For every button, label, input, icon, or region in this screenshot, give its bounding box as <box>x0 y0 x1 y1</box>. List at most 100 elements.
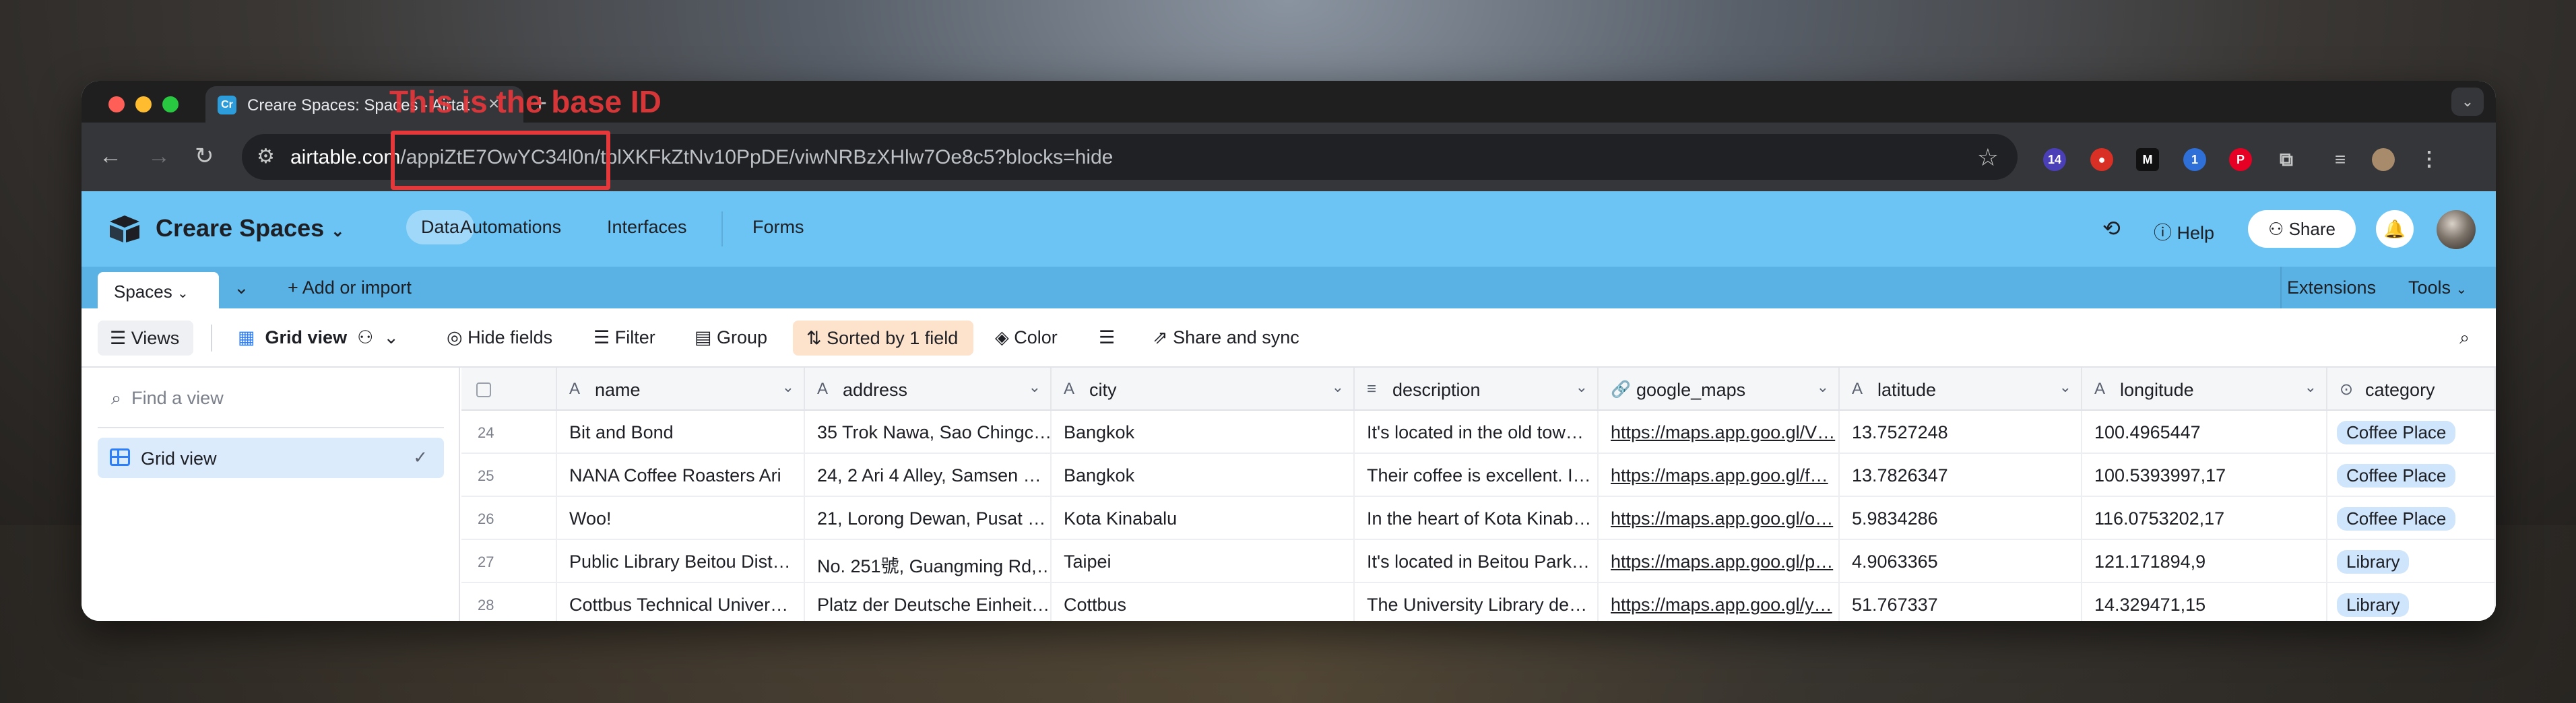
view-switcher[interactable]: ▦ Grid view ⚇ ⌄ <box>238 327 399 348</box>
help-button[interactable]: ⓘ Help <box>2154 218 2214 244</box>
share-button[interactable]: ⚇ Share <box>2248 210 2356 248</box>
row-number[interactable]: 24 <box>461 411 557 454</box>
cell-latitude[interactable]: 13.7826347 <box>1840 454 2082 497</box>
add-or-import-button[interactable]: + Add or import <box>288 277 412 298</box>
column-header-city[interactable]: Acity ⌄ <box>1052 368 1355 411</box>
cell-city[interactable]: Bangkok <box>1052 411 1355 454</box>
forward-arrow-icon[interactable]: → <box>148 143 170 170</box>
cell-longitude[interactable]: 116.0753202,17 <box>2082 497 2327 540</box>
chevron-down-icon[interactable]: ⌄ <box>1332 378 1344 396</box>
cell-category[interactable]: Library <box>2327 583 2496 621</box>
all-tables-chevron-icon[interactable]: ⌄ <box>234 277 249 298</box>
cell-latitude[interactable]: 5.9834286 <box>1840 497 2082 540</box>
nav-automations[interactable]: Automations <box>460 217 561 238</box>
row-height-icon[interactable]: ☰ <box>1099 327 1115 348</box>
cell-name[interactable]: Public Library Beitou Dist… <box>557 540 805 583</box>
extension-password-icon[interactable]: 1 <box>2183 148 2206 171</box>
cell-description[interactable]: Their coffee is excellent. I… <box>1355 454 1599 497</box>
cell-description[interactable]: It's located in the old tow… <box>1355 411 1599 454</box>
cell-longitude[interactable]: 100.5393997,17 <box>2082 454 2327 497</box>
extension-red-icon[interactable]: ● <box>2090 148 2113 171</box>
column-header-address[interactable]: Aaddress ⌄ <box>805 368 1052 411</box>
column-header-google-maps[interactable]: 🔗 google_maps ⌄ <box>1599 368 1840 411</box>
cell-description[interactable]: The University Library de… <box>1355 583 1599 621</box>
maps-link[interactable]: https://maps.app.goo.gl/p… <box>1611 551 1833 572</box>
cell-category[interactable]: Coffee Place <box>2327 497 2496 540</box>
bookmark-star-icon[interactable]: ☆ <box>1977 143 1999 172</box>
chevron-down-icon[interactable]: ⌄ <box>2059 378 2071 396</box>
row-number[interactable]: 27 <box>461 540 557 583</box>
select-all-checkbox[interactable] <box>476 382 491 397</box>
row-number[interactable]: 25 <box>461 454 557 497</box>
cell-google-maps[interactable]: https://maps.app.goo.gl/p… <box>1599 540 1840 583</box>
cell-description[interactable]: In the heart of Kota Kinab… <box>1355 497 1599 540</box>
table-tab-spaces[interactable]: Spaces ⌄ <box>98 272 219 308</box>
column-header-description[interactable]: ≡ description ⌄ <box>1355 368 1599 411</box>
hide-fields-button[interactable]: ◎ Hide fields <box>447 327 552 348</box>
column-header-longitude[interactable]: Alongitude ⌄ <box>2082 368 2327 411</box>
chevron-down-icon[interactable]: ⌄ <box>782 378 794 396</box>
close-window-button[interactable] <box>108 96 125 112</box>
sort-button[interactable]: ⇅ Sorted by 1 field <box>793 321 973 356</box>
extension-m-icon[interactable]: M <box>2136 148 2159 171</box>
cell-category[interactable]: Coffee Place <box>2327 411 2496 454</box>
notifications-bell-icon[interactable]: 🔔 <box>2376 210 2414 248</box>
cell-name[interactable]: NANA Coffee Roasters Ari <box>557 454 805 497</box>
minimize-window-button[interactable] <box>135 96 152 112</box>
maps-link[interactable]: https://maps.app.goo.gl/y… <box>1611 595 1832 615</box>
cell-google-maps[interactable]: https://maps.app.goo.gl/o… <box>1599 497 1840 540</box>
extension-badge-icon[interactable]: 14 <box>2043 148 2066 171</box>
color-button[interactable]: ◈ Color <box>995 327 1058 348</box>
cell-longitude[interactable]: 121.171894,9 <box>2082 540 2327 583</box>
chevron-down-icon[interactable]: ⌄ <box>1817 378 1829 396</box>
media-controls-icon[interactable]: ≡ <box>2329 148 2352 171</box>
cell-google-maps[interactable]: https://maps.app.goo.gl/y… <box>1599 583 1840 621</box>
cell-name[interactable]: Woo! <box>557 497 805 540</box>
cell-description[interactable]: It's located in Beitou Park… <box>1355 540 1599 583</box>
sidebar-item-grid-view[interactable]: Grid view ✓ <box>98 438 444 478</box>
browser-menu-icon[interactable]: ⋮ <box>2418 148 2441 171</box>
cell-name[interactable]: Bit and Bond <box>557 411 805 454</box>
nav-forms[interactable]: Forms <box>752 217 804 238</box>
nav-interfaces[interactable]: Interfaces <box>607 217 687 238</box>
cell-name[interactable]: Cottbus Technical Univer… <box>557 583 805 621</box>
cell-address[interactable]: No. 251號, Guangming Rd,… <box>805 540 1052 583</box>
cell-city[interactable]: Bangkok <box>1052 454 1355 497</box>
column-header-name[interactable]: Aname ⌄ <box>557 368 805 411</box>
cell-latitude[interactable]: 51.767337 <box>1840 583 2082 621</box>
cell-address[interactable]: 35 Trok Nawa, Sao Chingc… <box>805 411 1052 454</box>
extensions-button[interactable]: Extensions <box>2287 277 2376 298</box>
share-sync-button[interactable]: ⇗ Share and sync <box>1153 327 1299 348</box>
views-toggle-button[interactable]: ☰ Views <box>98 321 193 356</box>
back-arrow-icon[interactable]: ← <box>99 143 122 170</box>
find-view-input[interactable]: ⌕ Find a view <box>111 388 224 409</box>
search-icon[interactable]: ⌕ <box>2459 327 2470 349</box>
maps-link[interactable]: https://maps.app.goo.gl/f… <box>1611 465 1828 486</box>
cell-category[interactable]: Coffee Place <box>2327 454 2496 497</box>
pinterest-icon[interactable]: P <box>2229 148 2252 171</box>
cell-city[interactable]: Kota Kinabalu <box>1052 497 1355 540</box>
profile-avatar-icon[interactable] <box>2372 148 2395 171</box>
cell-category[interactable]: Library <box>2327 540 2496 583</box>
chevron-down-icon[interactable]: ⌄ <box>1029 378 1041 396</box>
history-icon[interactable]: ⟲ <box>2102 215 2121 241</box>
chevron-down-icon[interactable]: ⌄ <box>1576 378 1588 396</box>
maps-link[interactable]: https://maps.app.goo.gl/o… <box>1611 508 1833 529</box>
cell-google-maps[interactable]: https://maps.app.goo.gl/V… <box>1599 411 1840 454</box>
cell-longitude[interactable]: 14.329471,15 <box>2082 583 2327 621</box>
cell-address[interactable]: 24, 2 Ari 4 Alley, Samsen … <box>805 454 1052 497</box>
maps-link[interactable]: https://maps.app.goo.gl/V… <box>1611 422 1835 442</box>
cell-city[interactable]: Cottbus <box>1052 583 1355 621</box>
tab-search-chevron-icon[interactable]: ⌄ <box>2451 88 2484 116</box>
extensions-puzzle-icon[interactable]: ⧉ <box>2275 148 2298 171</box>
filter-button[interactable]: ☰ Filter <box>593 327 655 348</box>
maximize-window-button[interactable] <box>162 96 179 112</box>
user-avatar[interactable] <box>2437 210 2476 249</box>
base-name[interactable]: Creare Spaces ⌄ <box>156 214 344 242</box>
cell-address[interactable]: 21, Lorong Dewan, Pusat … <box>805 497 1052 540</box>
group-button[interactable]: ▤ Group <box>695 327 767 348</box>
column-header-latitude[interactable]: Alatitude ⌄ <box>1840 368 2082 411</box>
site-settings-icon[interactable]: ⚙ <box>257 145 275 168</box>
row-number[interactable]: 28 <box>461 583 557 621</box>
cell-latitude[interactable]: 4.9063365 <box>1840 540 2082 583</box>
